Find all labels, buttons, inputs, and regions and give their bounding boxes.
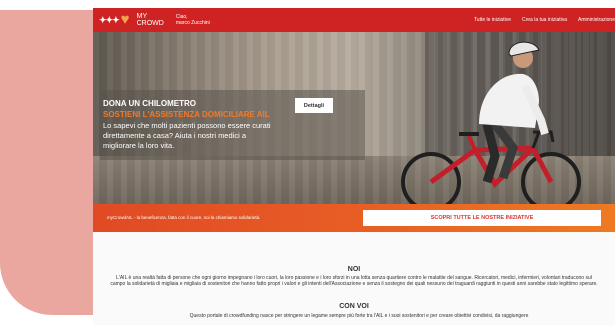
- hero-subtitle: SOSTIENI L'ASSISTENZA DOMICILIARE AIL: [103, 110, 270, 119]
- hero-title: DONA UN CHILOMETRO: [103, 99, 197, 108]
- logo-text: MY CROWD: [137, 13, 164, 27]
- banner-tagline: myCrowdAIL - la beneficenza, fatta con i…: [107, 215, 261, 220]
- heart-icon: ♥: [120, 11, 130, 28]
- noi-paragraph: L'AIL è una realtà fatta di persone che …: [110, 275, 598, 287]
- browser-page: ✦✦✦ ♥ MY CROWD Ciao, marco Zucchini Tutt…: [93, 0, 615, 325]
- con-voi-heading: CON VOI: [339, 303, 369, 310]
- mycrowd-logo[interactable]: ✦✦✦ ♥ MY CROWD: [99, 11, 164, 28]
- details-button[interactable]: Dettagli: [295, 98, 333, 113]
- logo-text-line1: MY: [136, 13, 148, 20]
- nav-administration[interactable]: Amministrazione: [578, 17, 615, 23]
- about-section: NOI L'AIL è una realtà fatta di persone …: [93, 232, 615, 325]
- noi-heading: NOI: [347, 266, 361, 273]
- user-greeting: Ciao, marco Zucchini: [176, 14, 210, 26]
- con-voi-paragraph: Questo portale di crowdfunding nasce per…: [189, 313, 529, 319]
- nav-create-initiative[interactable]: Crea la tua iniziativa: [522, 17, 567, 23]
- hero-description: Lo sapevi che molti pazienti possono ess…: [103, 121, 271, 150]
- nav-all-initiatives[interactable]: Tutte le iniziative: [474, 17, 511, 23]
- cyclist-image: [401, 41, 581, 204]
- initiatives-banner: myCrowdAIL - la beneficenza, fatta con i…: [93, 204, 615, 232]
- people-figures-icon: ✦✦✦: [99, 14, 120, 25]
- discover-initiatives-button[interactable]: SCOPRI TUTTE LE NOSTRE INIZIATIVE: [363, 210, 601, 226]
- main-nav: Tutte le iniziative Crea la tua iniziati…: [463, 8, 615, 32]
- logo-text-line2: CROWD: [136, 20, 164, 27]
- hero-banner: DONA UN CHILOMETRO SOSTIENI L'ASSISTENZA…: [93, 32, 615, 204]
- user-name: marco Zucchini: [175, 20, 210, 26]
- top-navigation-bar: ✦✦✦ ♥ MY CROWD Ciao, marco Zucchini Tutt…: [93, 8, 615, 32]
